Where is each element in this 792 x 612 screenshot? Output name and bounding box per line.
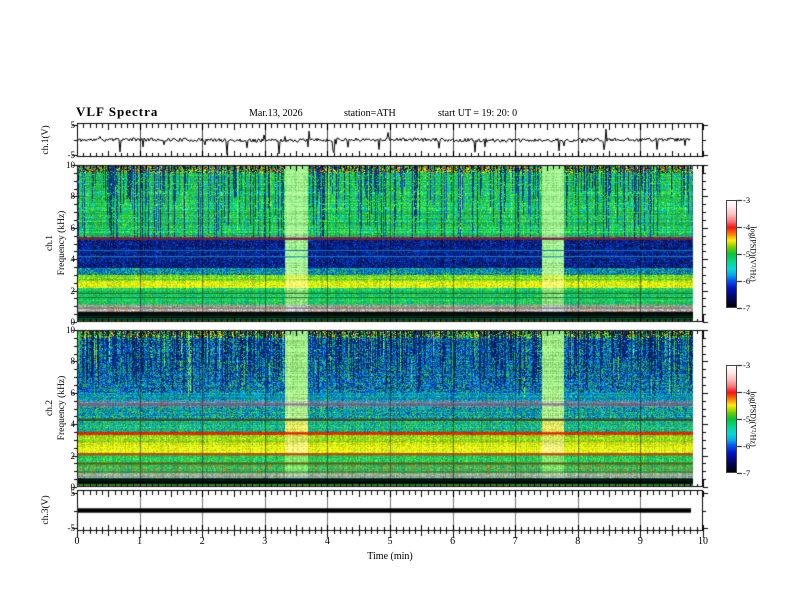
colorbar1-tick-label: -6 bbox=[743, 276, 751, 286]
xtick-label: 5 bbox=[387, 536, 393, 547]
start-ut-label: start UT = 19: 20: 0 bbox=[438, 108, 518, 119]
ch1-waveform-canvas bbox=[78, 124, 702, 156]
spec2-freq-label: Frequency (kHz) bbox=[57, 375, 67, 441]
xtick-label: 2 bbox=[199, 536, 205, 547]
colorbar2-tick-label: -6 bbox=[743, 441, 751, 451]
spec1-ytick-label: 8 bbox=[70, 191, 76, 202]
ch1-wave-ylabel: ch.1(V) bbox=[41, 125, 51, 155]
spec1-ytick-label: 2 bbox=[70, 285, 76, 296]
spec2-ytick-label: 4 bbox=[70, 419, 76, 430]
xtick-label: 10 bbox=[698, 536, 708, 547]
colorbar-ch1 bbox=[726, 200, 737, 308]
spec1-freq-label: Frequency (kHz) bbox=[57, 210, 67, 276]
colorbar2-tick-label: -3 bbox=[743, 360, 751, 370]
spec1-ytick-label: 4 bbox=[70, 254, 76, 265]
xtick-label: 8 bbox=[575, 536, 581, 547]
ch1-wave-ytick-label: 5 bbox=[70, 120, 76, 130]
spec2-ytick-label: 6 bbox=[70, 387, 76, 398]
xtick-label: 4 bbox=[324, 536, 330, 547]
figure-title: VLF Spectra bbox=[76, 104, 159, 119]
xtick-label: 7 bbox=[512, 536, 518, 547]
spec2-ytick-label: 8 bbox=[70, 356, 76, 367]
colorbar1-tick-label: -5 bbox=[743, 249, 751, 259]
date-label: Mar.13, 2026 bbox=[249, 108, 303, 119]
xtick-label: 0 bbox=[74, 536, 80, 547]
spec1-ytick-label: 10 bbox=[66, 160, 75, 170]
ch3-wave-ytick-label: -5 bbox=[67, 523, 76, 533]
station-label: station=ATH bbox=[344, 108, 396, 119]
spec2-ytick-label: 2 bbox=[70, 450, 76, 461]
colorbar2-tick-label: -4 bbox=[743, 387, 751, 397]
spec2-channel-label: ch.2 bbox=[45, 399, 55, 417]
ch1-spectrogram-canvas bbox=[78, 166, 702, 321]
colorbar2-tick-label: -5 bbox=[743, 414, 751, 424]
vlf-spectra-figure: VLF Spectra Mar.13, 2026 station=ATH sta… bbox=[0, 0, 792, 612]
ch3-wave-ytick-label: 5 bbox=[70, 488, 76, 498]
xtick-label: 3 bbox=[262, 536, 268, 547]
spec1-ytick-label: 6 bbox=[70, 222, 76, 233]
ch1-wave-ytick-label: -5 bbox=[67, 150, 76, 160]
colorbar1-tick-label: -7 bbox=[743, 303, 751, 313]
ch3-waveform-canvas bbox=[78, 491, 702, 530]
time-axis-label: Time (min) bbox=[367, 551, 413, 562]
colorbar-ch2 bbox=[726, 365, 737, 473]
colorbar2-tick-label: -7 bbox=[743, 468, 751, 478]
ch3-wave-ylabel: ch.3(V) bbox=[41, 495, 51, 525]
spec1-channel-label: ch.1 bbox=[45, 234, 55, 252]
colorbar1-tick-label: -3 bbox=[743, 195, 751, 205]
xtick-label: 9 bbox=[637, 536, 643, 547]
ch2-spectrogram-canvas bbox=[78, 331, 702, 486]
xtick-label: 6 bbox=[450, 536, 456, 547]
colorbar1-tick-label: -4 bbox=[743, 222, 751, 232]
spec2-ytick-label: 10 bbox=[66, 325, 75, 335]
xtick-label: 1 bbox=[137, 536, 143, 547]
